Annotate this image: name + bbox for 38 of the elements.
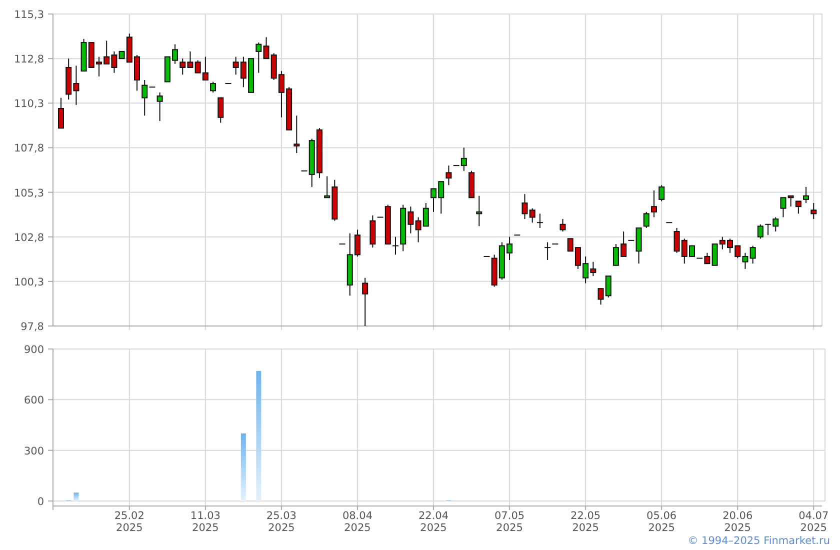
date-label: 22.05 2025	[570, 510, 601, 534]
axis-label: 300	[24, 445, 44, 458]
candle	[727, 238, 733, 254]
candle	[134, 54, 140, 92]
axis-label: 102,8	[14, 232, 44, 244]
candle	[658, 184, 665, 202]
axis-label: 110,3	[14, 98, 44, 110]
date-label: 20.06 2025	[722, 510, 753, 534]
date-label: 08.04 2025	[342, 510, 373, 534]
candle	[612, 244, 619, 266]
candle	[164, 56, 170, 82]
date-label: 25.03 2025	[266, 510, 296, 534]
date-label: 05.06 2025	[646, 510, 677, 534]
axis-label: 105,3	[14, 187, 44, 200]
copyright-notice: © 1994–2025 Finmarket.ru	[688, 535, 830, 547]
axis-label: 107,8	[14, 142, 44, 155]
candle	[210, 81, 216, 93]
candle	[218, 97, 224, 124]
axis-label: 600	[24, 394, 44, 407]
axis-label: 112,8	[14, 54, 44, 66]
candle	[96, 56, 102, 77]
volume-bar	[74, 492, 79, 501]
axis-label: 100,3	[14, 276, 44, 288]
volume-bar	[240, 433, 246, 501]
candle	[362, 277, 368, 326]
date-label: 22.04 2025	[418, 510, 449, 534]
date-label: 25.02 2025	[114, 510, 144, 534]
candle	[58, 97, 64, 129]
date-label: 04.07 2025	[798, 510, 829, 534]
date-label: 07.05 2025	[494, 510, 525, 534]
axis-label: 900	[24, 344, 44, 356]
candle	[430, 188, 436, 212]
axis-label: 115,3	[14, 9, 44, 21]
axis-label: 0	[37, 496, 44, 508]
candle	[560, 218, 566, 232]
candle	[156, 92, 163, 122]
axis-label: 97,8	[20, 321, 44, 333]
date-label: 11.03 2025	[190, 510, 220, 534]
